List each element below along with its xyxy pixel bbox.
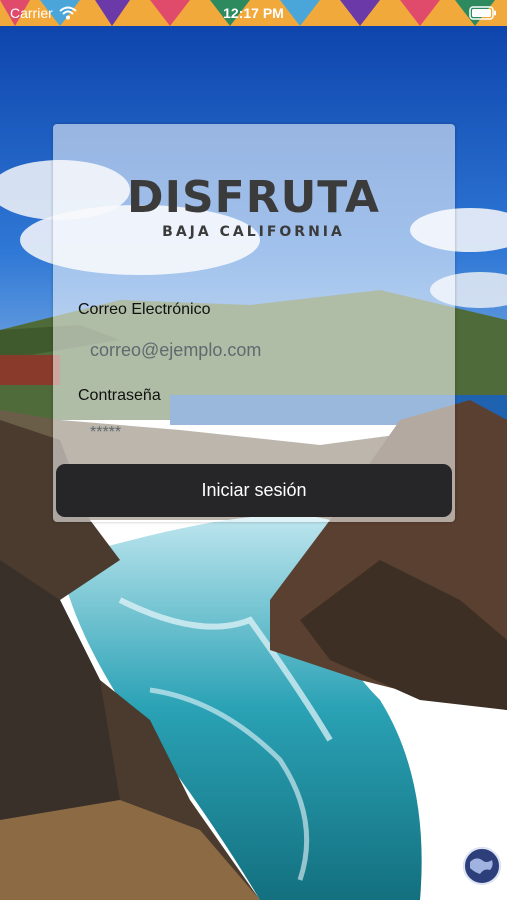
status-bar: Carrier 12:17 PM bbox=[0, 0, 507, 26]
logo-title: DISFRUTA bbox=[127, 172, 380, 223]
login-button[interactable]: Iniciar sesión bbox=[56, 464, 452, 517]
status-time: 12:17 PM bbox=[223, 5, 284, 21]
logo-subtitle: BAJA CALIFORNIA bbox=[162, 224, 345, 240]
password-label: Contraseña bbox=[78, 387, 161, 404]
password-input[interactable] bbox=[78, 416, 438, 450]
email-input[interactable] bbox=[78, 333, 438, 367]
globe-icon[interactable] bbox=[462, 846, 502, 886]
battery-icon bbox=[469, 6, 496, 20]
email-label: Correo Electrónico bbox=[78, 301, 211, 318]
